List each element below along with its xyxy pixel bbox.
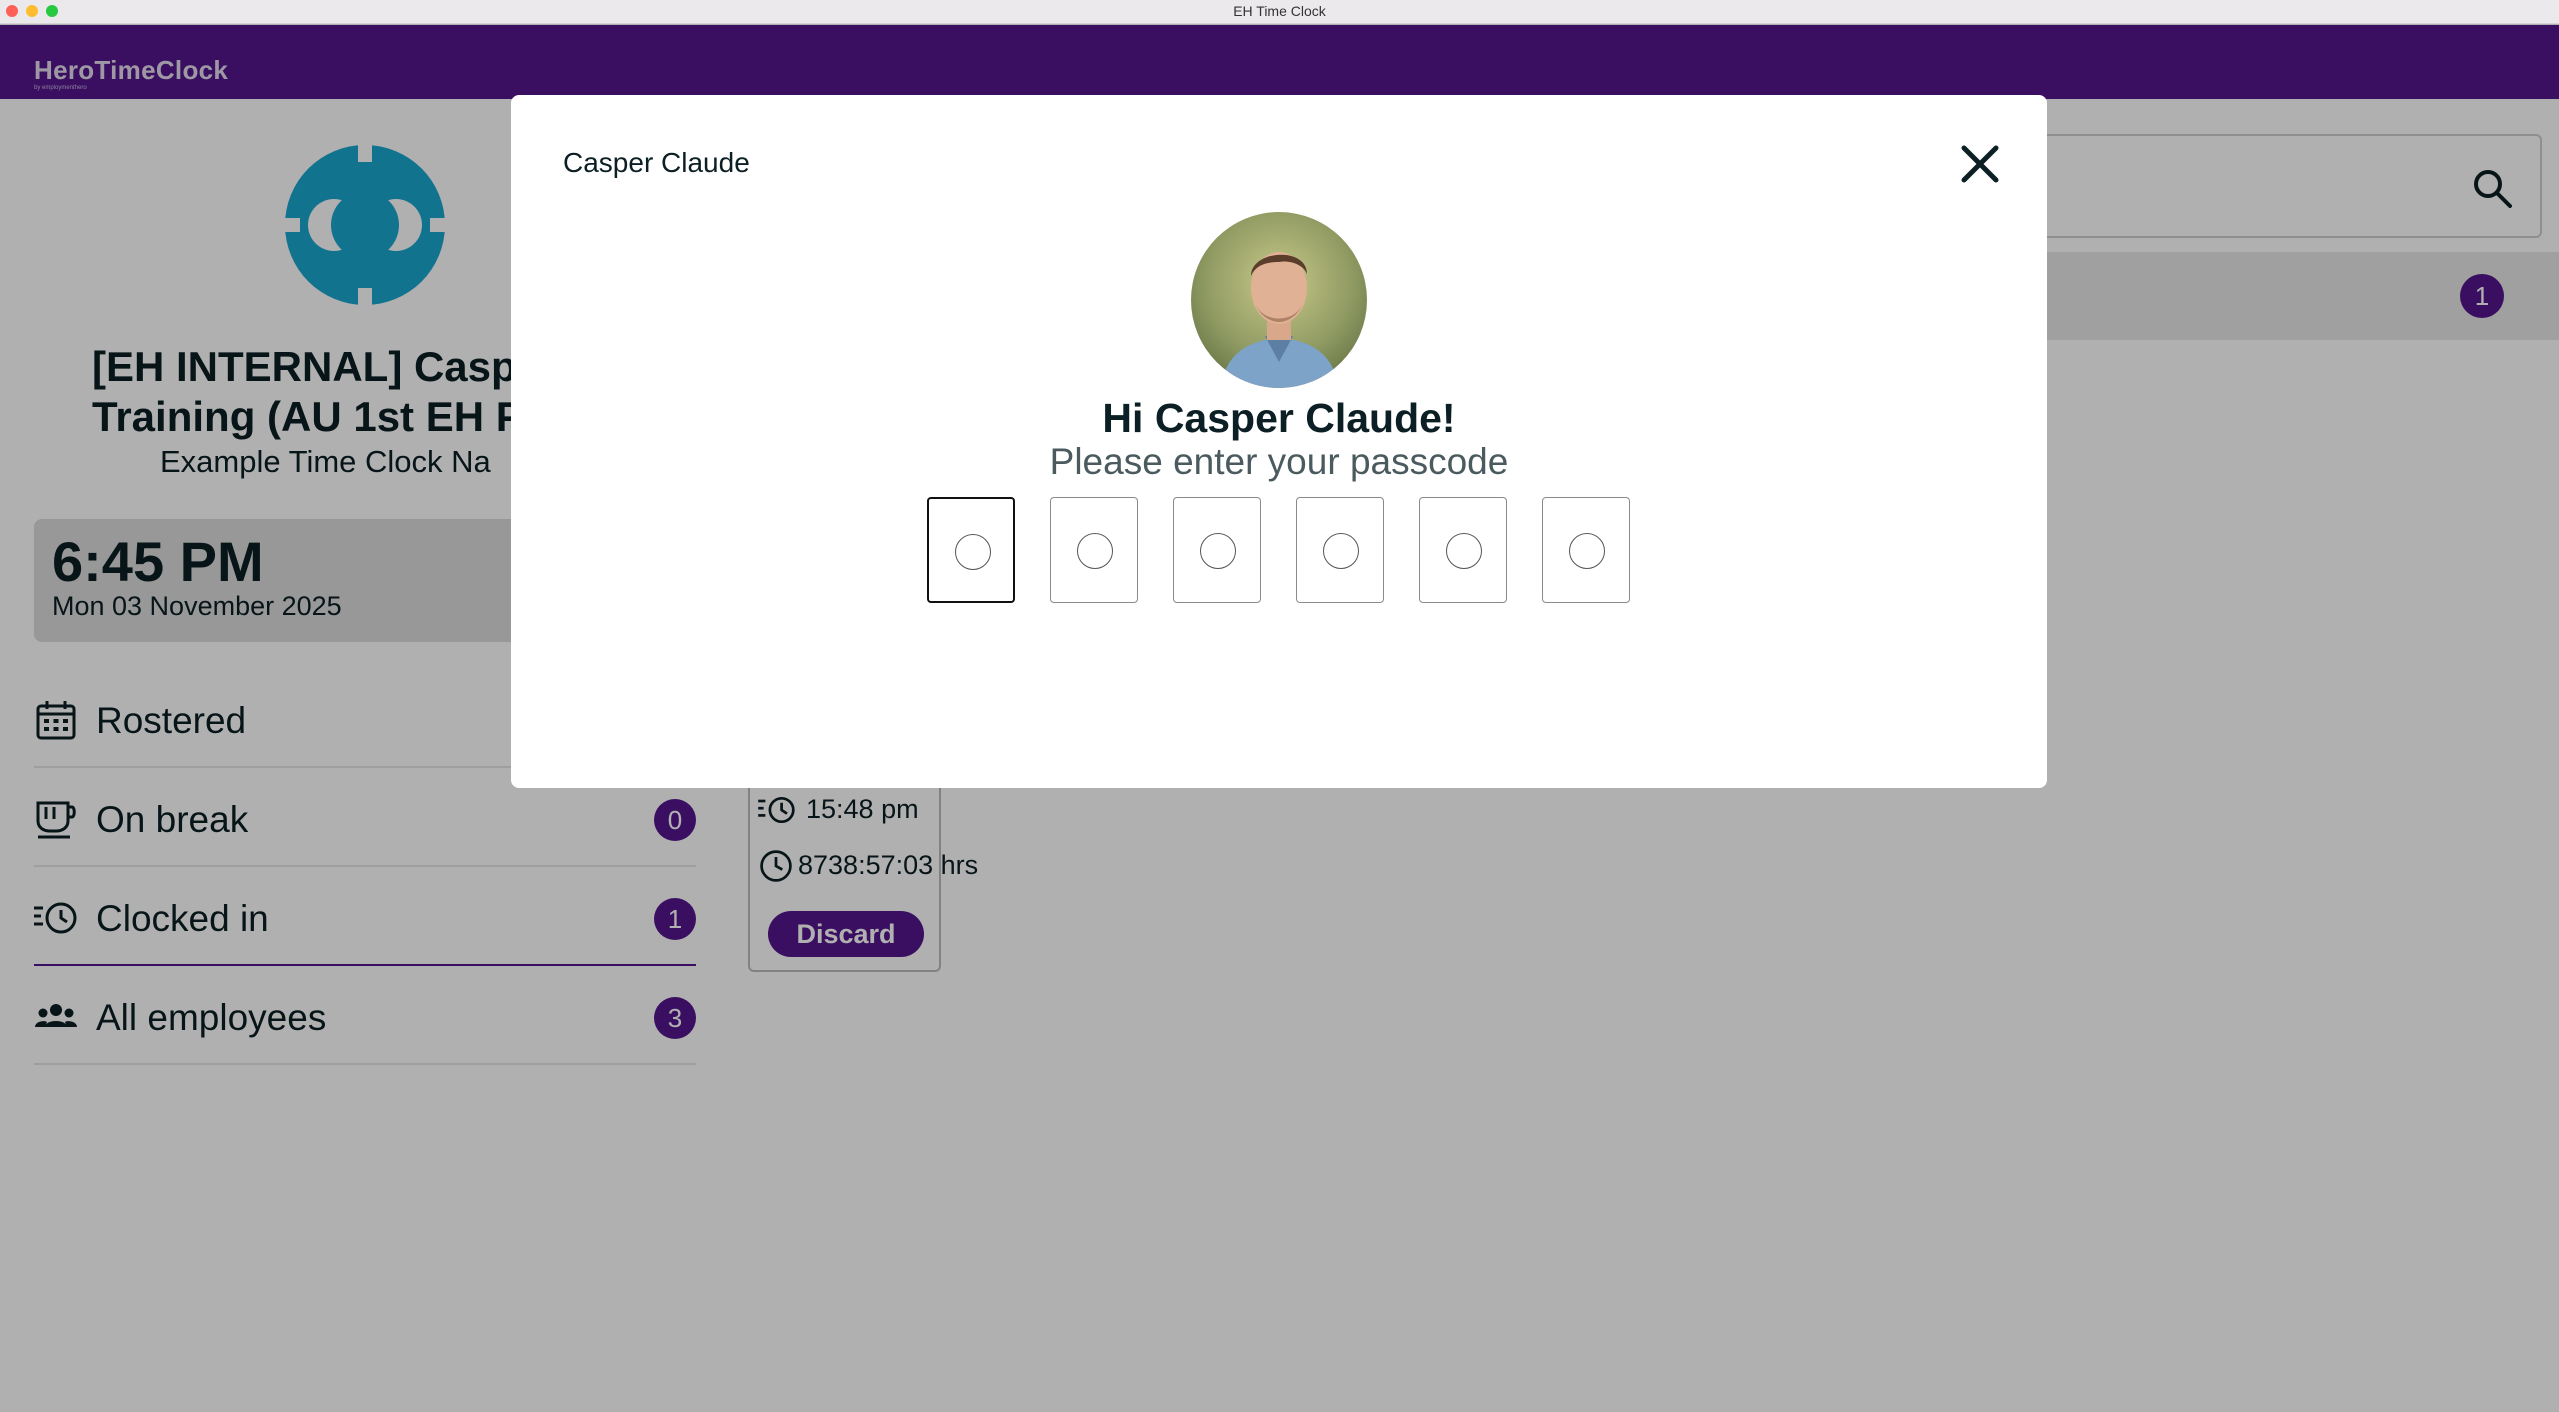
dialog-employee-name: Casper Claude <box>563 147 750 178</box>
empty-digit-icon <box>1569 533 1605 569</box>
close-icon[interactable] <box>1956 140 2004 188</box>
empty-digit-icon <box>1200 533 1236 569</box>
empty-digit-icon <box>1323 533 1359 569</box>
passcode-digit-1[interactable] <box>927 497 1015 603</box>
passcode-digit-4[interactable] <box>1296 497 1384 603</box>
window-title: EH Time Clock <box>1233 3 1326 19</box>
passcode-digit-3[interactable] <box>1173 497 1261 603</box>
passcode-digit-2[interactable] <box>1050 497 1138 603</box>
employee-avatar <box>1191 212 1367 388</box>
greeting-heading: Hi Casper Claude! <box>1102 395 1456 441</box>
passcode-dialog: Casper Claude Hi Casper Claude! Please e… <box>511 95 2047 788</box>
passcode-input[interactable] <box>927 497 1635 603</box>
empty-digit-icon <box>955 534 991 570</box>
passcode-prompt: Please enter your passcode <box>1049 441 1509 482</box>
window-titlebar: EH Time Clock <box>0 0 2559 24</box>
empty-digit-icon <box>1446 533 1482 569</box>
passcode-digit-6[interactable] <box>1542 497 1630 603</box>
empty-digit-icon <box>1077 533 1113 569</box>
passcode-digit-5[interactable] <box>1419 497 1507 603</box>
